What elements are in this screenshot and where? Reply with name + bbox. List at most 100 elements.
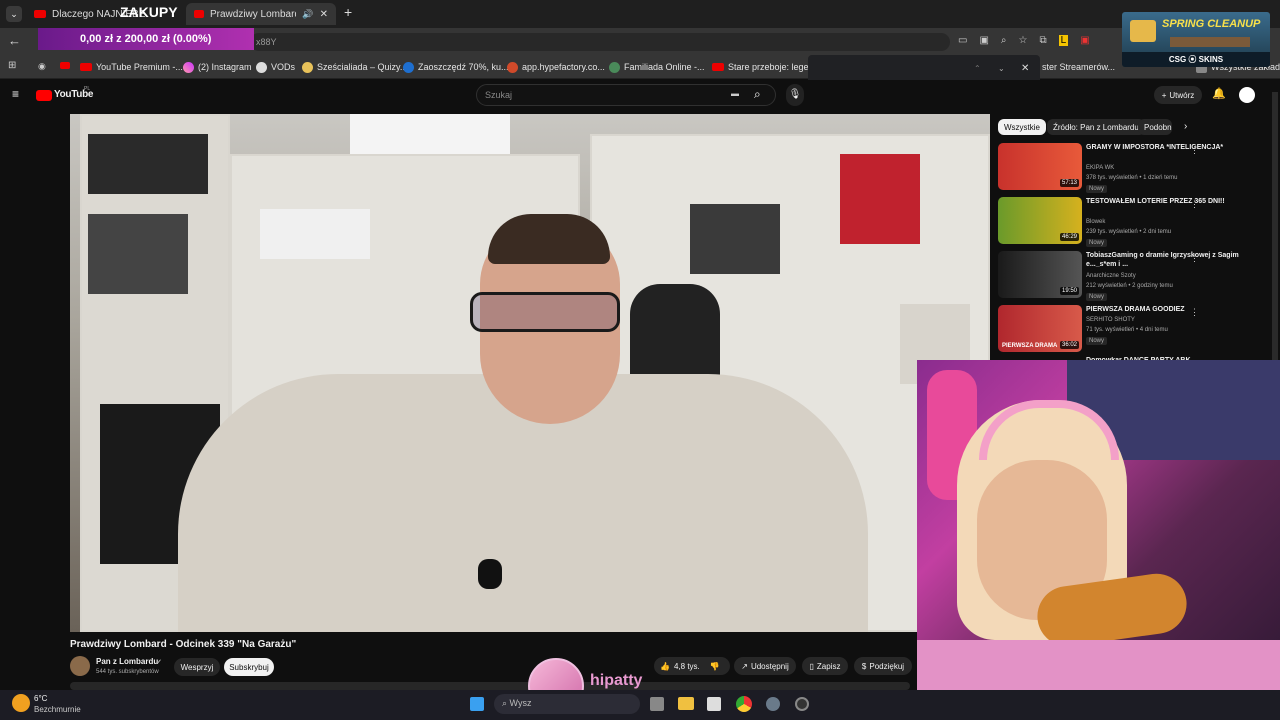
region-code: PL: [84, 86, 91, 92]
more-options-icon[interactable]: ⋮: [1190, 199, 1199, 210]
video-title: Prawdziwy Lombard - Odcinek 339 "Na Gara…: [70, 639, 297, 650]
bookmark-stare-przeboje[interactable]: Stare przeboje: lege...: [712, 59, 816, 75]
save-label: Zapisz: [816, 661, 841, 671]
chip-similar[interactable]: Podobne: [1138, 119, 1172, 135]
channel-name[interactable]: Pan z Lombardu: [96, 657, 158, 666]
weather-text[interactable]: Bezchmurnie: [34, 705, 81, 714]
recommended-item[interactable]: 46:29 TESTOWAŁEM LOTERIE PRZEZ 365 DNI!!…: [998, 197, 1268, 247]
subscribe-button[interactable]: Subskrybuj: [224, 658, 274, 676]
zoom-icon[interactable]: ⌕: [1001, 35, 1007, 46]
familiada-icon: [609, 61, 620, 73]
bookmark-szescialiada[interactable]: Sześcialiada – Quizy...: [302, 59, 407, 75]
youtube-logo-icon[interactable]: [36, 90, 52, 101]
chip-source[interactable]: Źródło: Pan z Lombardu: [1047, 119, 1145, 135]
more-options-icon[interactable]: ⋮: [1190, 145, 1199, 156]
more-options-icon[interactable]: ⋮: [1190, 253, 1199, 264]
tab-label: Prawdziwy Lombard - Odci: [209, 8, 297, 20]
menu-icon[interactable]: ≡: [12, 87, 19, 101]
apps-grid-icon[interactable]: ⊞: [8, 60, 16, 71]
video-thumbnail[interactable]: 46:29: [998, 197, 1082, 244]
search-icon[interactable]: ⌕: [754, 87, 761, 102]
shelf-box: [88, 214, 188, 294]
translate-icon[interactable]: ▣: [979, 35, 988, 46]
find-close-icon[interactable]: ✕: [1021, 63, 1029, 74]
recommended-item[interactable]: 57:13 GRAMY W IMPOSTORA *INTELIGENCJA* E…: [998, 143, 1268, 193]
url-field[interactable]: x88Y: [250, 33, 950, 51]
video-player[interactable]: [70, 114, 990, 632]
microphone-icon[interactable]: 🎙: [786, 84, 804, 106]
search-input[interactable]: Szukaj ▬: [476, 84, 776, 106]
bookmark-instagram[interactable]: (2) Instagram: [183, 59, 252, 75]
address-actions: ▭ ▣ ⌕ ☆ ⧉ L ▣: [958, 35, 1090, 46]
bookmark-hypefactory[interactable]: app.hypefactory.co...: [507, 59, 605, 75]
like-icon[interactable]: 👍: [660, 662, 670, 671]
extension-icon[interactable]: ⧉: [1039, 35, 1046, 46]
description-box[interactable]: [70, 682, 910, 690]
temperature[interactable]: 6°C: [34, 694, 47, 703]
recommended-channel: Anarchiczne Szoty: [1086, 273, 1136, 279]
steam-icon: [403, 61, 414, 73]
recommended-channel: SERHITO SHOTY: [1086, 317, 1135, 323]
obs-icon[interactable]: [795, 697, 809, 711]
thanks-button[interactable]: $ Podziękuj: [854, 657, 912, 675]
bookmark-familiada[interactable]: Familiada Online -...: [609, 59, 705, 75]
bookmark-vods[interactable]: VODs: [256, 59, 295, 75]
video-thumbnail[interactable]: 57:13: [998, 143, 1082, 190]
tab-lombard[interactable]: Prawdziwy Lombard - Odci 🔊 ✕: [186, 3, 336, 25]
back-arrow-icon[interactable]: ←: [8, 33, 21, 48]
video-thumbnail[interactable]: PIERWSZA DRAMA 36:02: [998, 305, 1082, 352]
video-thumbnail[interactable]: 19:50: [998, 251, 1082, 298]
channel-avatar[interactable]: [70, 656, 90, 676]
chevron-right-icon[interactable]: ›: [1184, 121, 1187, 132]
notifications-bell-icon[interactable]: 🔔: [1212, 87, 1226, 100]
dislike-icon[interactable]: 👎: [710, 662, 720, 671]
chip-all[interactable]: Wszystkie: [998, 119, 1046, 135]
settings-gear-icon[interactable]: [766, 697, 780, 711]
find-next-icon[interactable]: ⌄: [998, 64, 1005, 73]
extension-yellow-icon[interactable]: L: [1058, 35, 1069, 46]
create-button[interactable]: + Utwórz: [1154, 86, 1202, 104]
search-placeholder: Szukaj: [485, 90, 513, 100]
chrome-icon[interactable]: ◉: [38, 61, 46, 72]
youtube-favicon-icon: [194, 10, 204, 18]
recommended-item[interactable]: 19:50 TobiaszGaming o dramie Igrzyskowej…: [998, 251, 1268, 301]
share-button[interactable]: ↗ Udostępnij: [734, 657, 796, 675]
bookmark-youtube-premium[interactable]: YouTube Premium -...: [80, 59, 183, 75]
zakupy-progress-text: 0,00 zł z 200,00 zł (0.00%): [80, 33, 212, 45]
more-options-icon[interactable]: ⋮: [1190, 307, 1199, 318]
speaker-icon[interactable]: 🔊: [302, 9, 313, 20]
extension-red-icon[interactable]: ▣: [1080, 35, 1089, 46]
avatar[interactable]: [1239, 87, 1255, 103]
spring-brand: CSG ⦿ SKINS: [1122, 52, 1270, 67]
tab-search-button[interactable]: ⌄: [6, 6, 22, 22]
star-icon[interactable]: ☆: [1019, 35, 1028, 46]
find-prev-icon[interactable]: ⌃: [974, 64, 981, 73]
taskbar-search-text: Wysz: [509, 698, 532, 708]
windows-start-icon[interactable]: [470, 697, 484, 711]
recommended-item[interactable]: PIERWSZA DRAMA 36:02 PIERWSZA DRAMA GOODI…: [998, 305, 1268, 355]
store-icon[interactable]: [707, 697, 721, 711]
page-scrollbar[interactable]: [1272, 92, 1278, 360]
chrome-taskbar-icon[interactable]: [736, 696, 752, 712]
taskbar-search[interactable]: ⌕ Wysz: [494, 694, 640, 714]
thumbnail-caption: PIERWSZA DRAMA: [1002, 343, 1058, 349]
duration-badge: 46:29: [1059, 233, 1079, 241]
like-count[interactable]: 4,8 tys.: [674, 662, 700, 671]
weather-moon-icon[interactable]: [12, 694, 30, 712]
task-view-icon[interactable]: [650, 697, 664, 711]
bookmark-label: app.hypefactory.co...: [522, 62, 605, 72]
youtube-favicon-icon: [34, 10, 46, 18]
new-tab-button[interactable]: +: [344, 4, 352, 20]
save-button[interactable]: ▯ Zapisz: [802, 657, 848, 675]
youtube-favicon-icon: [712, 63, 724, 71]
keyboard-icon[interactable]: ▬: [731, 89, 739, 98]
support-button[interactable]: Wesprzyj: [174, 658, 220, 676]
shelf-white-box: [260, 209, 370, 259]
cast-icon[interactable]: ▭: [958, 35, 967, 46]
tab-close-icon[interactable]: ✕: [320, 9, 328, 20]
file-explorer-icon[interactable]: [678, 697, 694, 710]
bookmark-streamerow[interactable]: ster Streamerów...: [1042, 59, 1115, 75]
bookmark-zaoszczedz[interactable]: Zaoszczędź 70%, ku...: [403, 59, 509, 75]
shelf-device: [88, 134, 208, 194]
youtube-bookmark-icon[interactable]: [60, 62, 70, 69]
